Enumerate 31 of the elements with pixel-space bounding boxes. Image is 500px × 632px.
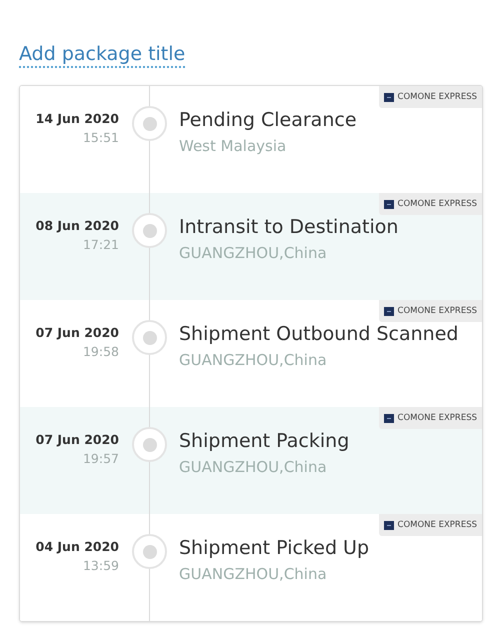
- event-location: GUANGZHOU,China: [179, 456, 328, 478]
- event-date: 07 Jun 2020: [36, 324, 119, 342]
- carrier-logo-icon: [384, 306, 394, 316]
- event-date: 04 Jun 2020: [36, 538, 119, 556]
- event-status: Intransit to Destination: [179, 215, 398, 240]
- event-date: 08 Jun 2020: [36, 217, 119, 235]
- event-location: GUANGZHOU,China: [179, 564, 328, 584]
- event-status: Pending Clearance: [179, 108, 357, 133]
- event-time: 19:58: [82, 342, 119, 361]
- event-status: Shipment Picked Up: [179, 536, 370, 561]
- carrier-name: COMONE EXPRESS: [398, 518, 477, 532]
- event-time: 19:57: [82, 450, 119, 468]
- event-status: Shipment Packing: [179, 429, 350, 454]
- event-status: Shipment Outbound Scanned: [179, 322, 458, 347]
- carrier-name: COMONE EXPRESS: [398, 412, 477, 424]
- event-location: GUANGZHOU,China: [179, 242, 328, 264]
- event-location: West Malaysia: [179, 136, 288, 156]
- package-title-link[interactable]: Add package title: [19, 43, 186, 68]
- event-time: 17:21: [82, 236, 119, 254]
- carrier-name: COMONE EXPRESS: [398, 198, 477, 210]
- event-location: GUANGZHOU,China: [179, 350, 328, 370]
- event-time: 13:59: [82, 556, 119, 575]
- carrier-name: COMONE EXPRESS: [398, 304, 477, 318]
- event-date: 07 Jun 2020: [36, 431, 119, 449]
- carrier-logo-icon: [384, 92, 394, 102]
- carrier-logo-icon: [384, 520, 394, 530]
- carrier-logo-icon: [384, 200, 394, 208]
- event-time: 15:51: [82, 128, 119, 147]
- event-date: 14 Jun 2020: [36, 110, 119, 128]
- carrier-logo-icon: [384, 414, 394, 422]
- carrier-name: COMONE EXPRESS: [398, 90, 477, 104]
